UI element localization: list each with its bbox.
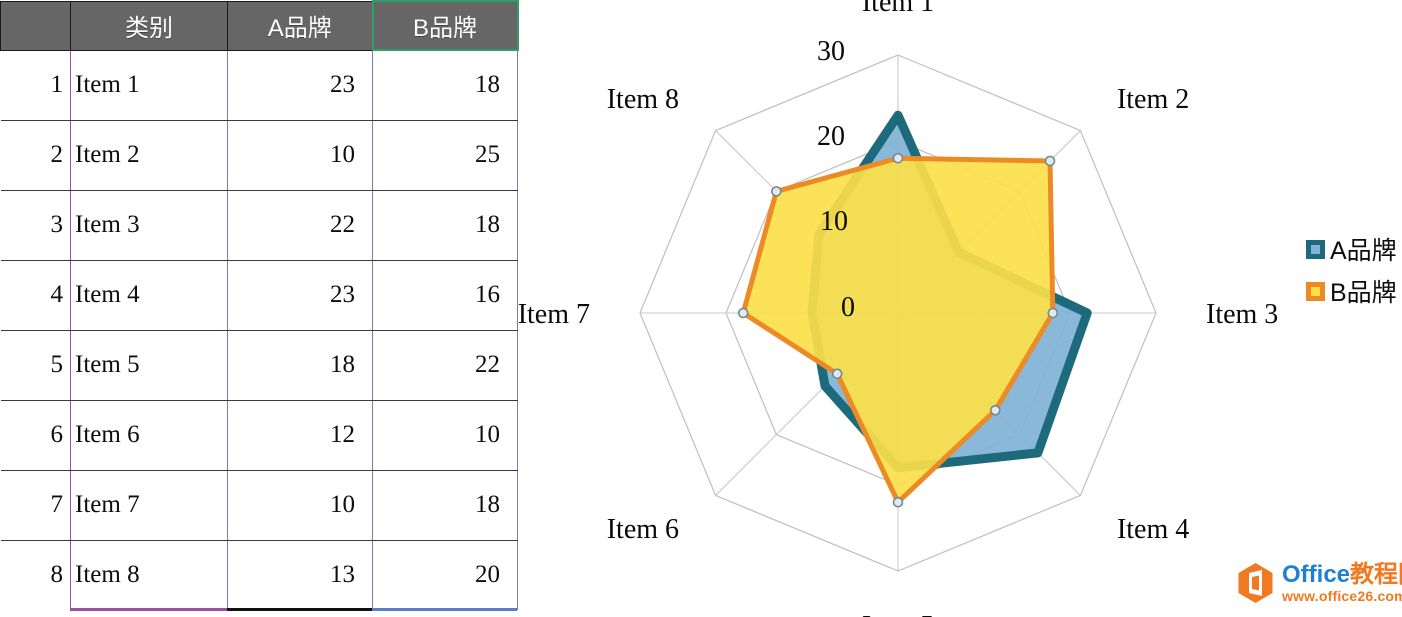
data-point-marker [771,186,782,197]
legend-swatch-icon [1306,281,1325,301]
data-point-marker [1044,155,1056,167]
category-cell[interactable]: Item 2 [70,119,228,191]
category-cell[interactable]: Item 8 [70,539,228,610]
table-body: 1 Item 1 23 18 2 Item 2 10 25 3 Item 3 22 18 4 Item 4… [0,49,518,610]
brand-b-value-cell[interactable]: 10 [372,399,518,471]
watermark-title: Office教程网 [1282,563,1402,587]
legend-swatch-icon [1306,239,1325,259]
column-header-category[interactable]: 类别 [70,0,228,51]
category-cell[interactable]: Item 6 [70,399,228,471]
spreadsheet-panel: 类别 A品牌 B品牌 1 Item 1 23 18 2 Item 2 10 25 3 Item 3… [0,0,519,617]
table-row: 3 Item 3 22 18 [0,189,518,261]
row-number-cell[interactable]: 5 [0,329,71,401]
office-logo-icon [1238,563,1273,603]
data-point-marker [892,152,904,164]
column-header-brand-b[interactable]: B品牌 [371,0,519,51]
brand-b-value-cell[interactable]: 22 [372,329,518,401]
column-header-corner[interactable] [0,0,71,51]
brand-a-value-cell[interactable]: 13 [227,539,373,610]
brand-b-value-cell[interactable]: 18 [372,49,518,121]
watermark-url: www.office26.com [1282,588,1402,604]
table-row: 6 Item 6 12 10 [0,399,518,471]
row-number-cell[interactable]: 4 [0,259,71,331]
category-cell[interactable]: Item 3 [70,189,228,261]
category-cell[interactable]: Item 4 [70,259,228,331]
watermark-title-orange: 教程网 [1350,561,1402,588]
category-cell[interactable]: Item 5 [70,329,228,401]
table-row: 4 Item 4 23 16 [0,259,518,331]
category-axis-label: Item 7 [518,299,590,330]
data-point-marker [989,404,1001,416]
brand-b-value-cell[interactable]: 25 [372,119,518,191]
selection-edge-brand-a [227,608,372,611]
category-cell[interactable]: Item 1 [70,49,228,121]
brand-a-value-cell[interactable]: 10 [227,469,373,541]
chart-legend[interactable]: A品牌 B品牌 [1306,228,1402,312]
legend-item[interactable]: B品牌 [1306,270,1402,312]
row-number-cell[interactable]: 8 [0,539,71,610]
table-row: 8 Item 8 13 20 [0,539,518,610]
radial-tick-label: 20 [817,121,845,152]
category-axis-label: Item 1 [862,0,934,18]
selection-edge-brand-b [372,608,517,611]
row-number-cell[interactable]: 2 [0,119,71,191]
data-point-marker [831,368,843,380]
legend-item[interactable]: A品牌 [1306,228,1402,270]
data-point-marker [1047,307,1059,319]
radial-tick-label: 0 [841,292,855,323]
data-point-marker [892,496,904,508]
row-number-cell[interactable]: 3 [0,189,71,261]
category-axis-label: Item 3 [1206,299,1278,330]
watermark: Office教程网 www.office26.com [1236,562,1402,604]
watermark-text: Office教程网 www.office26.com [1282,563,1402,604]
table-row: 7 Item 7 10 18 [0,469,518,541]
table-row: 2 Item 2 10 25 [0,119,518,191]
brand-a-value-cell[interactable]: 23 [227,49,373,121]
category-axis-label: Item 6 [607,514,679,545]
brand-a-value-cell[interactable]: 12 [227,399,373,471]
table-row: 1 Item 1 23 18 [0,49,518,121]
category-axis-label: Item 2 [1117,84,1189,115]
watermark-title-blue: Office [1282,561,1351,588]
data-table: 类别 A品牌 B品牌 1 Item 1 23 18 2 Item 2 10 25 3 Item 3… [0,0,519,610]
brand-a-value-cell[interactable]: 10 [227,119,373,191]
column-header-brand-a[interactable]: A品牌 [227,0,373,51]
brand-b-value-cell[interactable]: 16 [372,259,518,331]
row-number-cell[interactable]: 6 [0,399,71,471]
category-cell[interactable]: Item 7 [70,469,228,541]
radar-chart[interactable]: 0 10 20 30 Item 1 Item 2 Item 3 Item 4 Item 5 It… [518,0,1402,617]
radar-series-layer [737,110,1092,508]
row-number-cell[interactable]: 1 [0,49,71,121]
radial-tick-label: 30 [817,36,845,67]
brand-a-value-cell[interactable]: 22 [227,189,373,261]
category-axis-label: Item 5 [862,611,934,617]
table-row: 5 Item 5 18 22 [0,329,518,401]
legend-label: A品牌 [1330,237,1397,265]
category-axis-label: Item 8 [607,84,679,115]
selection-bottom-edge [0,608,518,613]
brand-a-value-cell[interactable]: 18 [227,329,373,401]
selection-edge-category [70,608,227,611]
brand-a-value-cell[interactable]: 23 [227,259,373,331]
brand-b-value-cell[interactable]: 18 [372,189,518,261]
row-number-cell[interactable]: 7 [0,469,71,541]
table-header-row: 类别 A品牌 B品牌 [0,0,519,51]
radar-chart-panel[interactable]: 0 10 20 30 Item 1 Item 2 Item 3 Item 4 Item 5 It… [518,0,1402,617]
brand-b-value-cell[interactable]: 20 [372,539,518,610]
data-point-marker [737,307,749,319]
radial-tick-label: 10 [820,206,848,237]
category-axis-label: Item 4 [1117,514,1189,545]
brand-b-value-cell[interactable]: 18 [372,469,518,541]
legend-label: B品牌 [1330,279,1397,307]
